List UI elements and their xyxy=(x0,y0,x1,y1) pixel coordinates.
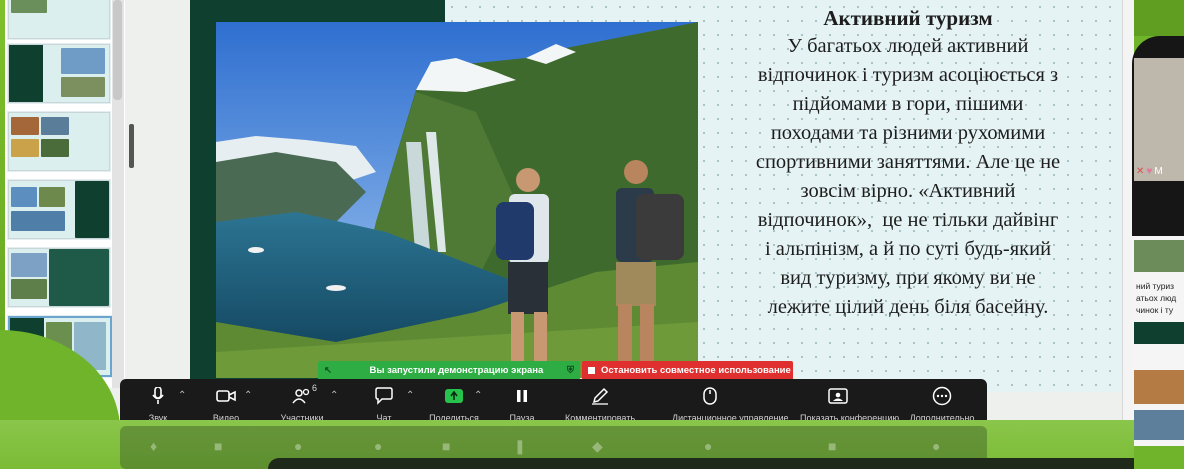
slide-body-line: відпочинок», це не тільки дайвінг xyxy=(757,209,1059,231)
preview-thumbnail xyxy=(1134,240,1184,272)
slide-body-line: підйомами в гори, пішими xyxy=(792,93,1024,115)
chevron-up-icon[interactable]: ⌃ xyxy=(244,390,252,401)
preview-thumbnail xyxy=(1134,410,1184,440)
slide-body-line: лежите цілий день біля басейну. xyxy=(767,296,1049,318)
chevron-up-icon[interactable]: ⌃ xyxy=(474,390,482,401)
muted-mic-icon: ✕ xyxy=(1136,165,1145,177)
chevron-up-icon[interactable]: ⌃ xyxy=(330,390,338,401)
pause-icon xyxy=(504,386,540,406)
chevron-up-icon[interactable]: ⌃ xyxy=(406,390,414,401)
preview-thumbnail xyxy=(1134,322,1184,344)
heart-icon: ♥ xyxy=(1146,165,1153,177)
slide-thumbnail[interactable] xyxy=(8,248,110,307)
show-conference-icon xyxy=(820,386,856,406)
slide-title: Активний туризм xyxy=(823,6,993,30)
pause-icon: ❚ xyxy=(514,438,526,454)
slide-thumbnail[interactable] xyxy=(8,44,110,103)
video-button[interactable]: Видео xyxy=(208,379,244,425)
chat-button[interactable]: Чат xyxy=(366,379,402,425)
slide-body-line: У багатьох людей активний xyxy=(787,35,1029,57)
slide-body-line: походами та різними рухомими xyxy=(770,122,1046,144)
mouse-icon xyxy=(692,386,728,406)
more-icon xyxy=(924,386,960,406)
desktop-dark-edge xyxy=(268,458,1134,469)
preview-text-line: чинок і ту xyxy=(1136,305,1174,315)
preview-text-line: атьох люд xyxy=(1136,293,1177,303)
pointer-icon: ↖ xyxy=(324,365,332,376)
participants-button[interactable]: 6 Участники xyxy=(281,379,324,425)
slide-thumbnail[interactable] xyxy=(8,0,110,39)
participants-count: 6 xyxy=(312,383,318,393)
sharing-status-banner: ↖ Вы запустили демонстрацию экрана ⛨ xyxy=(318,361,580,380)
pause-button[interactable]: Пауза xyxy=(504,379,540,425)
more-icon: ● xyxy=(932,438,941,454)
chat-icon xyxy=(366,386,402,406)
sound-button[interactable]: Звук xyxy=(140,379,176,425)
slide-body-line: вид туризму, при якому ви не xyxy=(780,267,1036,289)
stop-sharing-button[interactable]: Остановить совместное использование xyxy=(582,361,793,380)
slide-body-text: У багатьох людей активний відпочинок і т… xyxy=(706,32,1110,322)
slide-body-line: спортивними заняттями. Але це не xyxy=(755,151,1061,173)
preview-text-line: ний туриз xyxy=(1136,281,1175,291)
editor-gutter xyxy=(125,0,185,420)
slide-thumbnail-panel xyxy=(5,0,125,388)
slide-body-line: і альпінізм, а й по суті будь-який xyxy=(764,238,1052,260)
show-conference-icon: ■ xyxy=(828,438,837,454)
more-button[interactable]: Дополнительно xyxy=(910,379,974,425)
participant-video-tile[interactable] xyxy=(1134,58,1184,181)
slide-body-line: зовсім вірно. «Активний xyxy=(800,180,1016,202)
stop-sharing-label: Остановить совместное использование xyxy=(601,365,791,376)
preview-thumbnail xyxy=(1134,370,1184,404)
pencil-icon xyxy=(582,386,618,406)
chat-icon: ● xyxy=(374,438,383,454)
panel-splitter-handle[interactable] xyxy=(129,124,134,168)
participants-icon: ● xyxy=(294,438,303,454)
share-screen-icon xyxy=(436,386,472,406)
stop-icon xyxy=(588,367,595,374)
mouse-icon: ● xyxy=(704,438,713,454)
slide-thumbnail[interactable] xyxy=(8,180,110,239)
slide-photo-fjord-hikers xyxy=(216,22,698,378)
meeting-toolbar: Звук ⌃ Видео ⌃ 6 Участники ⌃ Чат ⌃ Подел… xyxy=(120,379,987,425)
camera-icon xyxy=(208,386,244,406)
camera-icon: ■ xyxy=(214,438,223,454)
slide-thumbnail[interactable] xyxy=(8,112,110,171)
annotate-button[interactable]: Комментировать xyxy=(565,379,635,425)
share-screen-icon: ■ xyxy=(442,438,451,454)
shield-icon: ⛨ xyxy=(566,365,574,376)
show-conference-button[interactable]: Показать конференцию xyxy=(800,379,899,425)
remote-control-button[interactable]: Дистанционное управление xyxy=(672,379,788,425)
share-screen-button[interactable]: Поделиться xyxy=(429,379,479,425)
sharing-status-text: Вы запустили демонстрацию экрана xyxy=(369,365,544,376)
pencil-icon: ◆ xyxy=(592,438,603,454)
thumbnail-scrollbar-thumb[interactable] xyxy=(113,0,122,100)
slide-text-box: Активний туризм У багатьох людей активни… xyxy=(706,6,1110,336)
slide-body-line: відпочинок і туризм асоціюється з xyxy=(757,64,1059,86)
gallery-top-bar xyxy=(1134,0,1184,36)
chevron-up-icon[interactable]: ⌃ xyxy=(178,390,186,401)
microphone-icon: ♦ xyxy=(150,438,158,454)
participant-name-label: ✕ ♥ M xyxy=(1136,164,1184,178)
microphone-icon xyxy=(140,386,176,406)
participant-name: M xyxy=(1154,165,1163,177)
